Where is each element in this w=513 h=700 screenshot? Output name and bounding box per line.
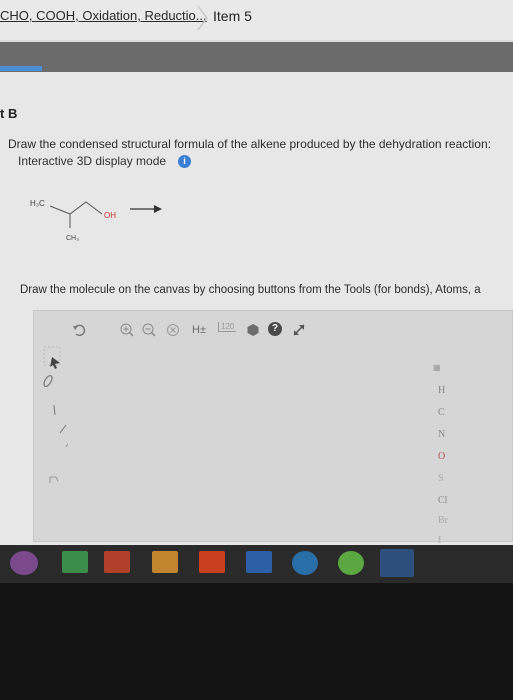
excel-icon[interactable] bbox=[62, 551, 88, 573]
expand-icon[interactable] bbox=[292, 323, 306, 337]
undo-icon[interactable] bbox=[72, 323, 86, 337]
browser-icon[interactable] bbox=[292, 551, 318, 575]
element-h-button[interactable]: H bbox=[438, 385, 445, 396]
info-icon[interactable]: i bbox=[178, 155, 191, 168]
hexagon-settings-icon[interactable] bbox=[246, 323, 260, 337]
ch3-label: CH₃ bbox=[66, 235, 79, 242]
eraser-icon[interactable] bbox=[42, 374, 53, 388]
carbon-skeleton bbox=[49, 201, 103, 215]
question-text: Draw the condensed structural formula of… bbox=[8, 137, 491, 151]
breadcrumb: CHO, COOH, Oxidation, Reductio... Item 5 bbox=[0, 0, 513, 40]
zoom-in-icon[interactable] bbox=[120, 323, 134, 337]
zoom-out-icon[interactable] bbox=[142, 323, 156, 337]
single-bond-icon[interactable] bbox=[53, 404, 56, 416]
ring-tool-icon[interactable] bbox=[49, 476, 59, 483]
part-title: t B bbox=[0, 106, 18, 121]
element-br-button[interactable]: Br bbox=[438, 515, 448, 526]
periodic-table-icon[interactable]: ▦ bbox=[433, 363, 441, 372]
triple-bond-icon[interactable] bbox=[65, 441, 68, 448]
taskbar bbox=[0, 545, 513, 583]
interactive-3d-label[interactable]: Interactive 3D display mode bbox=[18, 154, 166, 168]
help-icon[interactable]: ? bbox=[268, 322, 282, 336]
double-bond-icon[interactable] bbox=[59, 424, 67, 434]
outlook-icon[interactable] bbox=[152, 551, 178, 573]
element-s-button[interactable]: S bbox=[438, 473, 444, 484]
drawing-canvas[interactable]: H± 120 ? ▦ H C N O S Cl Br I bbox=[33, 310, 513, 545]
word-icon[interactable] bbox=[246, 551, 272, 573]
pointer-icon bbox=[50, 357, 60, 369]
h3c-label: H₃C bbox=[30, 199, 45, 208]
element-i-button[interactable]: I bbox=[438, 535, 441, 545]
powerpoint-icon[interactable] bbox=[104, 551, 130, 573]
header-bar bbox=[0, 42, 513, 72]
element-n-button[interactable]: N bbox=[438, 429, 445, 440]
oh-label: OH bbox=[104, 211, 116, 220]
reset-icon[interactable] bbox=[166, 323, 180, 337]
access-icon[interactable] bbox=[199, 551, 225, 573]
start-icon[interactable] bbox=[10, 551, 38, 575]
left-tool-strip bbox=[42, 346, 68, 483]
element-cl-button[interactable]: Cl bbox=[438, 495, 447, 506]
template-button[interactable]: 120 bbox=[218, 322, 237, 332]
tab-item[interactable]: Item 5 bbox=[213, 8, 252, 24]
canvas-instructions: Draw the molecule on the canvas by choos… bbox=[20, 284, 481, 296]
progress-indicator bbox=[0, 66, 42, 71]
browser-viewport: CHO, COOH, Oxidation, Reductio... Item 5… bbox=[0, 0, 513, 545]
reactant-molecule: H₃C OH CH₃ bbox=[30, 199, 162, 242]
arrowhead-icon bbox=[154, 205, 162, 213]
element-c-button[interactable]: C bbox=[438, 407, 445, 418]
hydrogen-toggle-button[interactable]: H± bbox=[192, 324, 206, 336]
element-o-button[interactable]: O bbox=[438, 451, 445, 462]
tab-assignment[interactable]: CHO, COOH, Oxidation, Reductio... bbox=[0, 8, 207, 23]
chevron-separator-icon bbox=[197, 6, 208, 30]
chrome-icon[interactable] bbox=[380, 549, 414, 577]
app-icon[interactable] bbox=[338, 551, 364, 575]
